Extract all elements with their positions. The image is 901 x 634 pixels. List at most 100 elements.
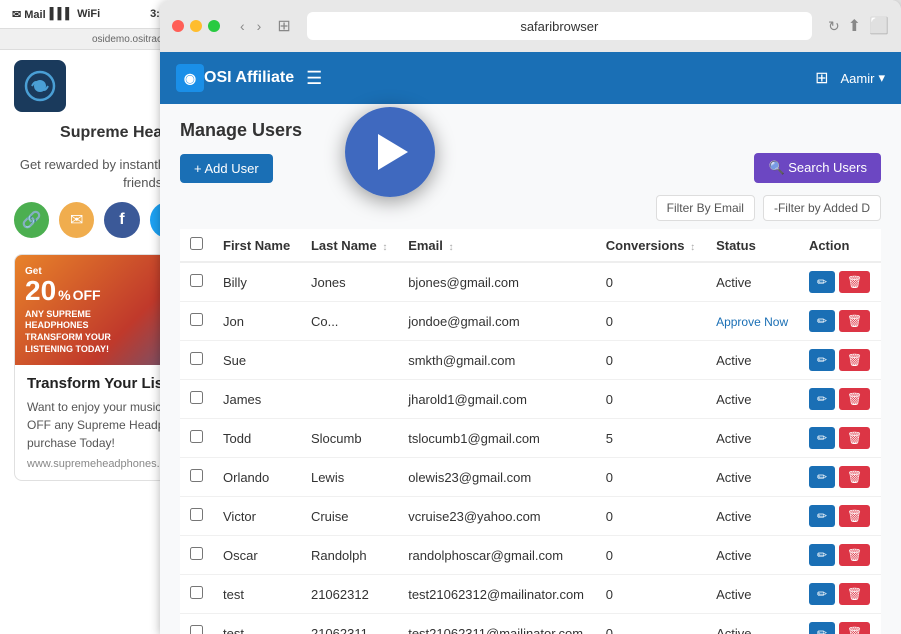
col-action: Action xyxy=(799,229,881,262)
grid-icon[interactable]: ⊞ xyxy=(815,68,828,88)
action-cell: ✏ 🗑 xyxy=(799,302,881,341)
email-cell: jharold1@gmail.com xyxy=(398,380,596,419)
promo-off-text: OFF xyxy=(73,287,101,303)
share-link-button[interactable]: 🔗 xyxy=(14,202,49,238)
edit-button[interactable]: ✏ xyxy=(809,505,835,527)
delete-button[interactable]: 🗑 xyxy=(839,349,870,371)
first-name-cell: Jon xyxy=(213,302,301,341)
app-hamburger-icon[interactable]: ☰ xyxy=(306,68,322,89)
minimize-button[interactable] xyxy=(190,20,202,32)
table-row: Sue smkth@gmail.com 0 Active ✏ 🗑 xyxy=(180,341,881,380)
close-button[interactable] xyxy=(172,20,184,32)
tab-icon: ⊞ xyxy=(277,16,290,36)
first-name-cell: Billy xyxy=(213,262,301,302)
status-cell: Active xyxy=(706,380,799,419)
row-checkbox[interactable] xyxy=(190,625,203,634)
url-text: safaribrowser xyxy=(520,19,598,34)
action-cell: ✏ 🗑 xyxy=(799,380,881,419)
first-name-cell: Sue xyxy=(213,341,301,380)
row-checkbox[interactable] xyxy=(190,508,203,521)
delete-button[interactable]: 🗑 xyxy=(839,505,870,527)
delete-button[interactable]: 🗑 xyxy=(839,583,870,605)
row-checkbox[interactable] xyxy=(190,430,203,443)
delete-button[interactable]: 🗑 xyxy=(839,388,870,410)
status-badge: Active xyxy=(716,626,751,634)
share-facebook-button[interactable]: f xyxy=(104,202,139,238)
toolbar: + Add User 🔍 Search Users xyxy=(180,153,881,183)
edit-button[interactable]: ✏ xyxy=(809,349,835,371)
main-area: Manage Users + Add User 🔍 Search Users F… xyxy=(160,104,901,634)
filter-added-button[interactable]: -Filter by Added D xyxy=(763,195,881,221)
row-checkbox[interactable] xyxy=(190,352,203,365)
delete-button[interactable]: 🗑 xyxy=(839,427,870,449)
maximize-button[interactable] xyxy=(208,20,220,32)
last-name-cell: Jones xyxy=(301,262,398,302)
reload-button[interactable]: ↻ xyxy=(828,18,840,35)
filter-email-button[interactable]: Filter By Email xyxy=(656,195,755,221)
row-checkbox[interactable] xyxy=(190,313,203,326)
back-button[interactable]: ‹ xyxy=(236,16,249,36)
search-users-button[interactable]: 🔍 Search Users xyxy=(754,153,881,183)
delete-button[interactable]: 🗑 xyxy=(839,466,870,488)
app-logo-icon: ◉ xyxy=(176,64,204,92)
mobile-logo-icon xyxy=(14,60,66,112)
first-name-cell: James xyxy=(213,380,301,419)
status-badge: Active xyxy=(716,353,751,368)
app-header: ◉ OSI Affiliate ☰ ⊞ Aamir ▾ xyxy=(160,52,901,104)
filter-bar: Filter By Email -Filter by Added D xyxy=(180,195,881,221)
conversions-cell: 0 xyxy=(596,536,706,575)
edit-button[interactable]: ✏ xyxy=(809,310,835,332)
share-email-button[interactable]: ✉ xyxy=(59,202,94,238)
email-cell: jondoe@gmail.com xyxy=(398,302,596,341)
col-conversions: Conversions ↕ xyxy=(596,229,706,262)
conversions-cell: 0 xyxy=(596,497,706,536)
address-bar[interactable]: safaribrowser xyxy=(307,12,812,40)
signal-icon: ▌▌▌ xyxy=(50,8,73,20)
select-all-checkbox[interactable] xyxy=(190,237,203,250)
row-checkbox[interactable] xyxy=(190,586,203,599)
delete-button[interactable]: 🗑 xyxy=(839,271,870,293)
select-all-header xyxy=(180,229,213,262)
forward-button[interactable]: › xyxy=(253,16,266,36)
app-name: OSI Affiliate xyxy=(204,69,294,87)
row-checkbox[interactable] xyxy=(190,274,203,287)
user-chevron-icon: ▾ xyxy=(878,70,885,86)
first-name-cell: Oscar xyxy=(213,536,301,575)
browser-window: ‹ › ⊞ safaribrowser ↻ ⬆ ⬜ ◉ OSI Affiliat… xyxy=(160,0,901,634)
browser-titlebar: ‹ › ⊞ safaribrowser ↻ ⬆ ⬜ xyxy=(160,0,901,52)
action-cell: ✏ 🗑 xyxy=(799,262,881,302)
status-cell: Active xyxy=(706,575,799,614)
users-table: First Name Last Name ↕ Email ↕ Conversio… xyxy=(180,229,881,634)
expand-button[interactable]: ⬜ xyxy=(869,16,889,36)
promo-text-block: Get 20 % OFF ANY SUPREME HEADPHONES TRAN… xyxy=(25,266,111,356)
promo-sub-text: ANY SUPREME HEADPHONES TRANSFORM YOUR LI… xyxy=(25,309,111,356)
edit-button[interactable]: ✏ xyxy=(809,544,835,566)
row-checkbox[interactable] xyxy=(190,469,203,482)
edit-button[interactable]: ✏ xyxy=(809,388,835,410)
row-checkbox[interactable] xyxy=(190,391,203,404)
edit-button[interactable]: ✏ xyxy=(809,622,835,634)
user-menu[interactable]: Aamir ▾ xyxy=(841,70,885,86)
action-cell: ✏ 🗑 xyxy=(799,419,881,458)
approve-link[interactable]: Approve Now xyxy=(716,315,788,329)
share-browser-button[interactable]: ⬆ xyxy=(848,16,861,36)
edit-button[interactable]: ✏ xyxy=(809,427,835,449)
email-cell: test21062312@mailinator.com xyxy=(398,575,596,614)
add-user-button[interactable]: + Add User xyxy=(180,154,273,183)
status-cell: Active xyxy=(706,458,799,497)
mail-icon: ✉ Mail xyxy=(12,8,46,21)
last-name-cell xyxy=(301,341,398,380)
table-header: First Name Last Name ↕ Email ↕ Conversio… xyxy=(180,229,881,262)
edit-button[interactable]: ✏ xyxy=(809,466,835,488)
edit-button[interactable]: ✏ xyxy=(809,583,835,605)
delete-button[interactable]: 🗑 xyxy=(839,310,870,332)
last-name-cell: Lewis xyxy=(301,458,398,497)
edit-button[interactable]: ✏ xyxy=(809,271,835,293)
row-checkbox[interactable] xyxy=(190,547,203,560)
delete-button[interactable]: 🗑 xyxy=(839,622,870,634)
wifi-icon: WiFi xyxy=(77,8,100,20)
conversions-cell: 0 xyxy=(596,341,706,380)
email-cell: smkth@gmail.com xyxy=(398,341,596,380)
last-name-cell: 21062311 xyxy=(301,614,398,634)
delete-button[interactable]: 🗑 xyxy=(839,544,870,566)
